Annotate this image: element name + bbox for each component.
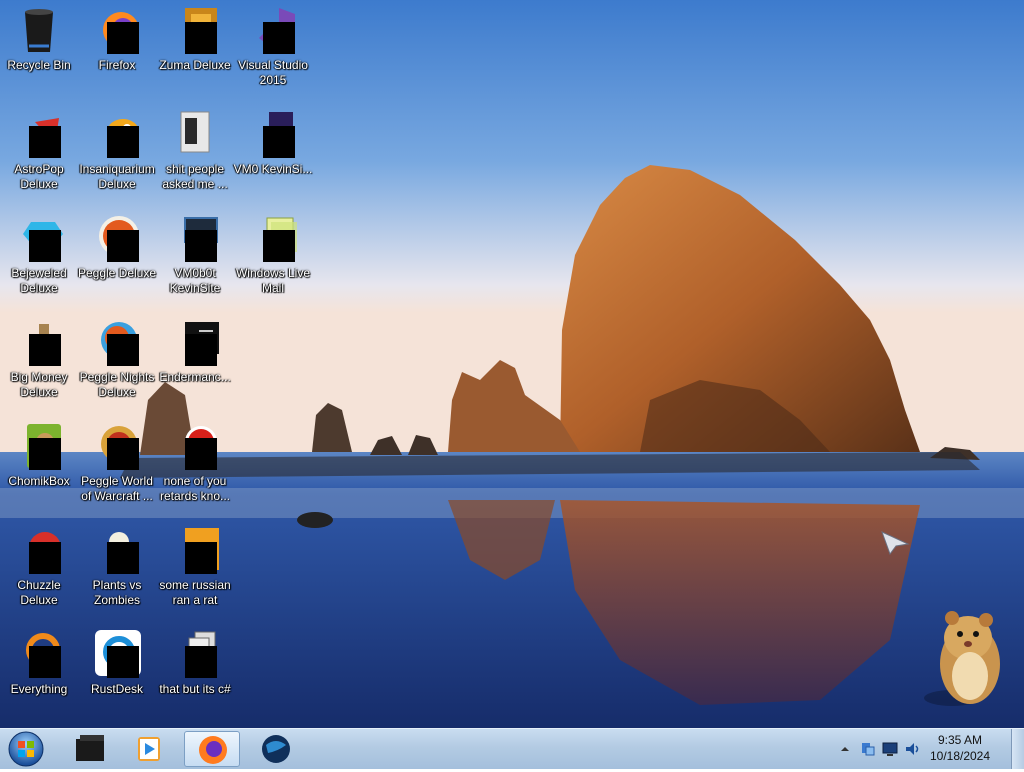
redaction-box — [263, 230, 295, 262]
icon-label: RustDesk — [90, 682, 143, 696]
icon-label: Peggle World of Warcraft ... — [81, 474, 153, 503]
show-desktop-button[interactable] — [1011, 729, 1024, 769]
icon-label: Big Money Deluxe — [10, 370, 68, 399]
redaction-box — [29, 334, 61, 366]
globe-icon — [262, 735, 290, 763]
taskbar-button-globe[interactable] — [248, 731, 304, 767]
desktop-icon-rustdesk[interactable]: RustDesk — [79, 624, 155, 720]
desktop-icon-peggle-nights[interactable]: Peggle Nights Deluxe — [79, 312, 155, 408]
clock-date: 10/18/2024 — [929, 749, 991, 763]
desktop-icon-insaniquarium[interactable]: Insaniquarium Deluxe — [79, 104, 155, 200]
recycle-bin-icon — [25, 9, 53, 52]
icon-label: Everything — [10, 682, 68, 696]
desktop-icon-bejeweled[interactable]: Bejeweled Deluxe — [1, 208, 77, 304]
windows-orb-icon — [8, 731, 44, 767]
desktop-icon-peggle-wow[interactable]: Peggle World of Warcraft ... — [79, 416, 155, 512]
icon-label: some russian ran a rat — [159, 578, 231, 607]
redaction-box — [107, 542, 139, 574]
desktop-icon-peggle[interactable]: Peggle Deluxe — [77, 208, 157, 304]
desktop-icon-that-but-csharp[interactable]: that but its c# — [157, 624, 233, 720]
desktop-icon-astropop[interactable]: AstroPop Deluxe — [1, 104, 77, 200]
redaction-box — [263, 22, 295, 54]
desktop-icon-none-of-you[interactable]: none of you retards kno... — [157, 416, 233, 512]
desktop-icon-zuma[interactable]: Zuma Deluxe — [157, 0, 233, 96]
desktop-icon-vm0-kevinsite[interactable]: VM0 KevinSi... — [233, 104, 313, 200]
icon-label: Endermanc... — [159, 370, 231, 384]
icon-label: Plants vs Zombies — [92, 578, 142, 607]
icon-label: Peggle Nights Deluxe — [79, 370, 155, 399]
desktop-icon-folder[interactable]: shit people asked me ... — [157, 104, 233, 200]
redaction-box — [185, 646, 217, 678]
icon-label: Zuma Deluxe — [159, 58, 231, 72]
volume-icon[interactable] — [904, 741, 920, 757]
desktop-icon-visual-studio[interactable]: Visual Studio 2015 — [235, 0, 311, 96]
icon-label: ChomikBox — [8, 474, 70, 488]
redaction-box — [29, 230, 61, 262]
redaction-box — [107, 126, 139, 158]
media-player-icon — [138, 737, 160, 761]
redaction-box — [263, 126, 295, 158]
desktop-icon-everything[interactable]: Everything — [1, 624, 77, 720]
icon-label: shit people asked me ... — [162, 162, 228, 191]
desktop-icon-vm0b0t[interactable]: VM0b0t KevinSite — [157, 208, 233, 304]
desktop-icon-recycle-bin[interactable]: Recycle Bin — [1, 0, 77, 96]
system-tray: 9:35 AM 10/18/2024 — [834, 729, 1024, 769]
network-icon[interactable] — [860, 741, 876, 757]
redaction-box — [185, 438, 217, 470]
redaction-box — [107, 646, 139, 678]
hamster-desktop-pet[interactable] — [918, 598, 1010, 710]
redaction-box — [185, 230, 217, 262]
taskbar: 9:35 AM 10/18/2024 — [0, 728, 1024, 769]
taskbar-button-media-player[interactable] — [122, 731, 178, 767]
desktop-icon-plants-vs-zombies[interactable]: Plants vs Zombies — [79, 520, 155, 616]
mouse-cursor — [881, 531, 910, 556]
redaction-box — [107, 334, 139, 366]
icon-label: Recycle Bin — [7, 58, 71, 72]
redaction-box — [107, 22, 139, 54]
desktop-icon-windows-live-mail[interactable]: Windows Live Mail — [235, 208, 311, 304]
desktop-app-icon — [76, 735, 104, 761]
icon-label: VM0 KevinSi... — [233, 162, 313, 176]
icon-label: Insaniquarium Deluxe — [79, 162, 155, 191]
folder-icon — [180, 111, 210, 153]
icon-label: Bejeweled Deluxe — [11, 266, 67, 295]
redaction-box — [107, 438, 139, 470]
icon-label: AstroPop Deluxe — [14, 162, 64, 191]
desktop-icon-chuzzle[interactable]: Chuzzle Deluxe — [1, 520, 77, 616]
redaction-box — [29, 542, 61, 574]
icon-label: Windows Live Mail — [235, 266, 311, 295]
icon-label: Firefox — [98, 58, 136, 72]
redaction-box — [185, 334, 217, 366]
desktop: Recycle Bin AstroPop Deluxe Bejeweled De… — [0, 0, 1024, 728]
clock[interactable]: 9:35 AM 10/18/2024 — [920, 732, 1000, 764]
icon-label: VM0b0t KevinSite — [169, 266, 221, 295]
icon-label: that but its c# — [159, 682, 231, 696]
start-button[interactable] — [4, 730, 44, 768]
redaction-box — [29, 126, 61, 158]
monitor-icon[interactable] — [882, 741, 898, 757]
desktop-icon-chomikbox[interactable]: ChomikBox — [1, 416, 77, 512]
desktop-icon-big-money[interactable]: Big Money Deluxe — [1, 312, 77, 408]
desktop-icon-endermanch[interactable]: Endermanc... — [157, 312, 233, 408]
taskbar-button-firefox[interactable] — [184, 731, 240, 767]
clock-time: 9:35 AM — [937, 733, 983, 747]
icon-label: none of you retards kno... — [159, 474, 231, 503]
icon-label: Chuzzle Deluxe — [17, 578, 61, 607]
redaction-box — [29, 438, 61, 470]
redaction-box — [185, 542, 217, 574]
redaction-box — [29, 646, 61, 678]
redaction-box — [185, 22, 217, 54]
desktop-icon-russian-rat[interactable]: e some russian ran a rat — [157, 520, 233, 616]
desktop-icon-firefox[interactable]: Firefox — [79, 0, 155, 96]
firefox-icon — [199, 736, 227, 764]
taskbar-button-desktop-app[interactable] — [62, 731, 118, 767]
redaction-box — [107, 230, 139, 262]
icon-label: Peggle Deluxe — [77, 266, 157, 280]
chevron-up-icon[interactable] — [840, 744, 850, 754]
icon-label: Visual Studio 2015 — [238, 58, 308, 87]
